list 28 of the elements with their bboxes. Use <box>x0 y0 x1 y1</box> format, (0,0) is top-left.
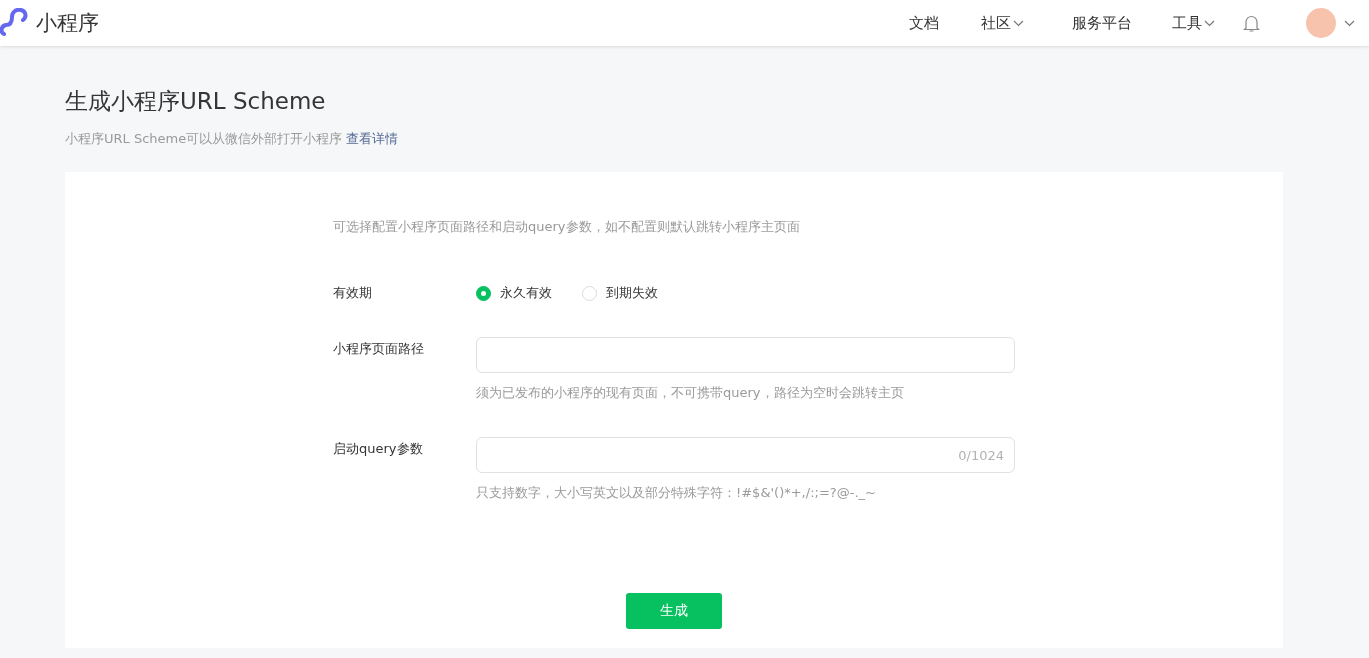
nav-link[interactable]: 工具 <box>1172 13 1215 33</box>
radio-label: 永久有效 <box>500 284 552 302</box>
nav-link[interactable]: 社区 <box>981 13 1024 33</box>
field-label: 有效期 <box>333 284 373 302</box>
page-title: 生成小程序URL Scheme <box>65 87 327 116</box>
field-label: 小程序页面路径 <box>333 340 425 358</box>
nav-link[interactable]: 服务平台 <box>1072 13 1132 33</box>
radio-option[interactable]: 永久有效 <box>476 281 552 305</box>
chevron-down-icon <box>1204 19 1215 27</box>
field-hint: 须为已发布的小程序的现有页面，不可携带query，路径为空时会跳转主页 <box>476 384 905 402</box>
page-subtitle: 小程序URL Scheme可以从微信外部打开小程序 查看详情 <box>65 130 400 148</box>
field-label: 启动query参数 <box>333 440 424 458</box>
radio-icon[interactable] <box>582 285 597 301</box>
chevron-down-icon <box>1344 19 1355 27</box>
form-intro: 可选择配置小程序页面路径和启动query参数，如不配置则默认跳转小程序主页面 <box>333 218 801 236</box>
logo-text: 小程序 <box>36 10 99 37</box>
char-counter: 0/1024 <box>958 447 1004 463</box>
avatar[interactable] <box>1306 8 1336 38</box>
logo-icon <box>0 8 28 38</box>
radio-option[interactable]: 到期失效 <box>582 281 658 305</box>
bell-icon[interactable] <box>1243 13 1260 33</box>
chevron-down-icon <box>1013 19 1024 27</box>
radio-label: 到期失效 <box>606 284 658 302</box>
input-field[interactable] <box>476 337 1015 373</box>
radio-icon[interactable] <box>476 285 491 301</box>
field-hint: 只支持数字，大小写英文以及部分特殊字符：!#$&'()*+,/:;=?@-._~ <box>476 484 877 502</box>
details-link[interactable]: 查看详情 <box>346 131 399 146</box>
nav-link[interactable]: 文档 <box>909 13 939 33</box>
